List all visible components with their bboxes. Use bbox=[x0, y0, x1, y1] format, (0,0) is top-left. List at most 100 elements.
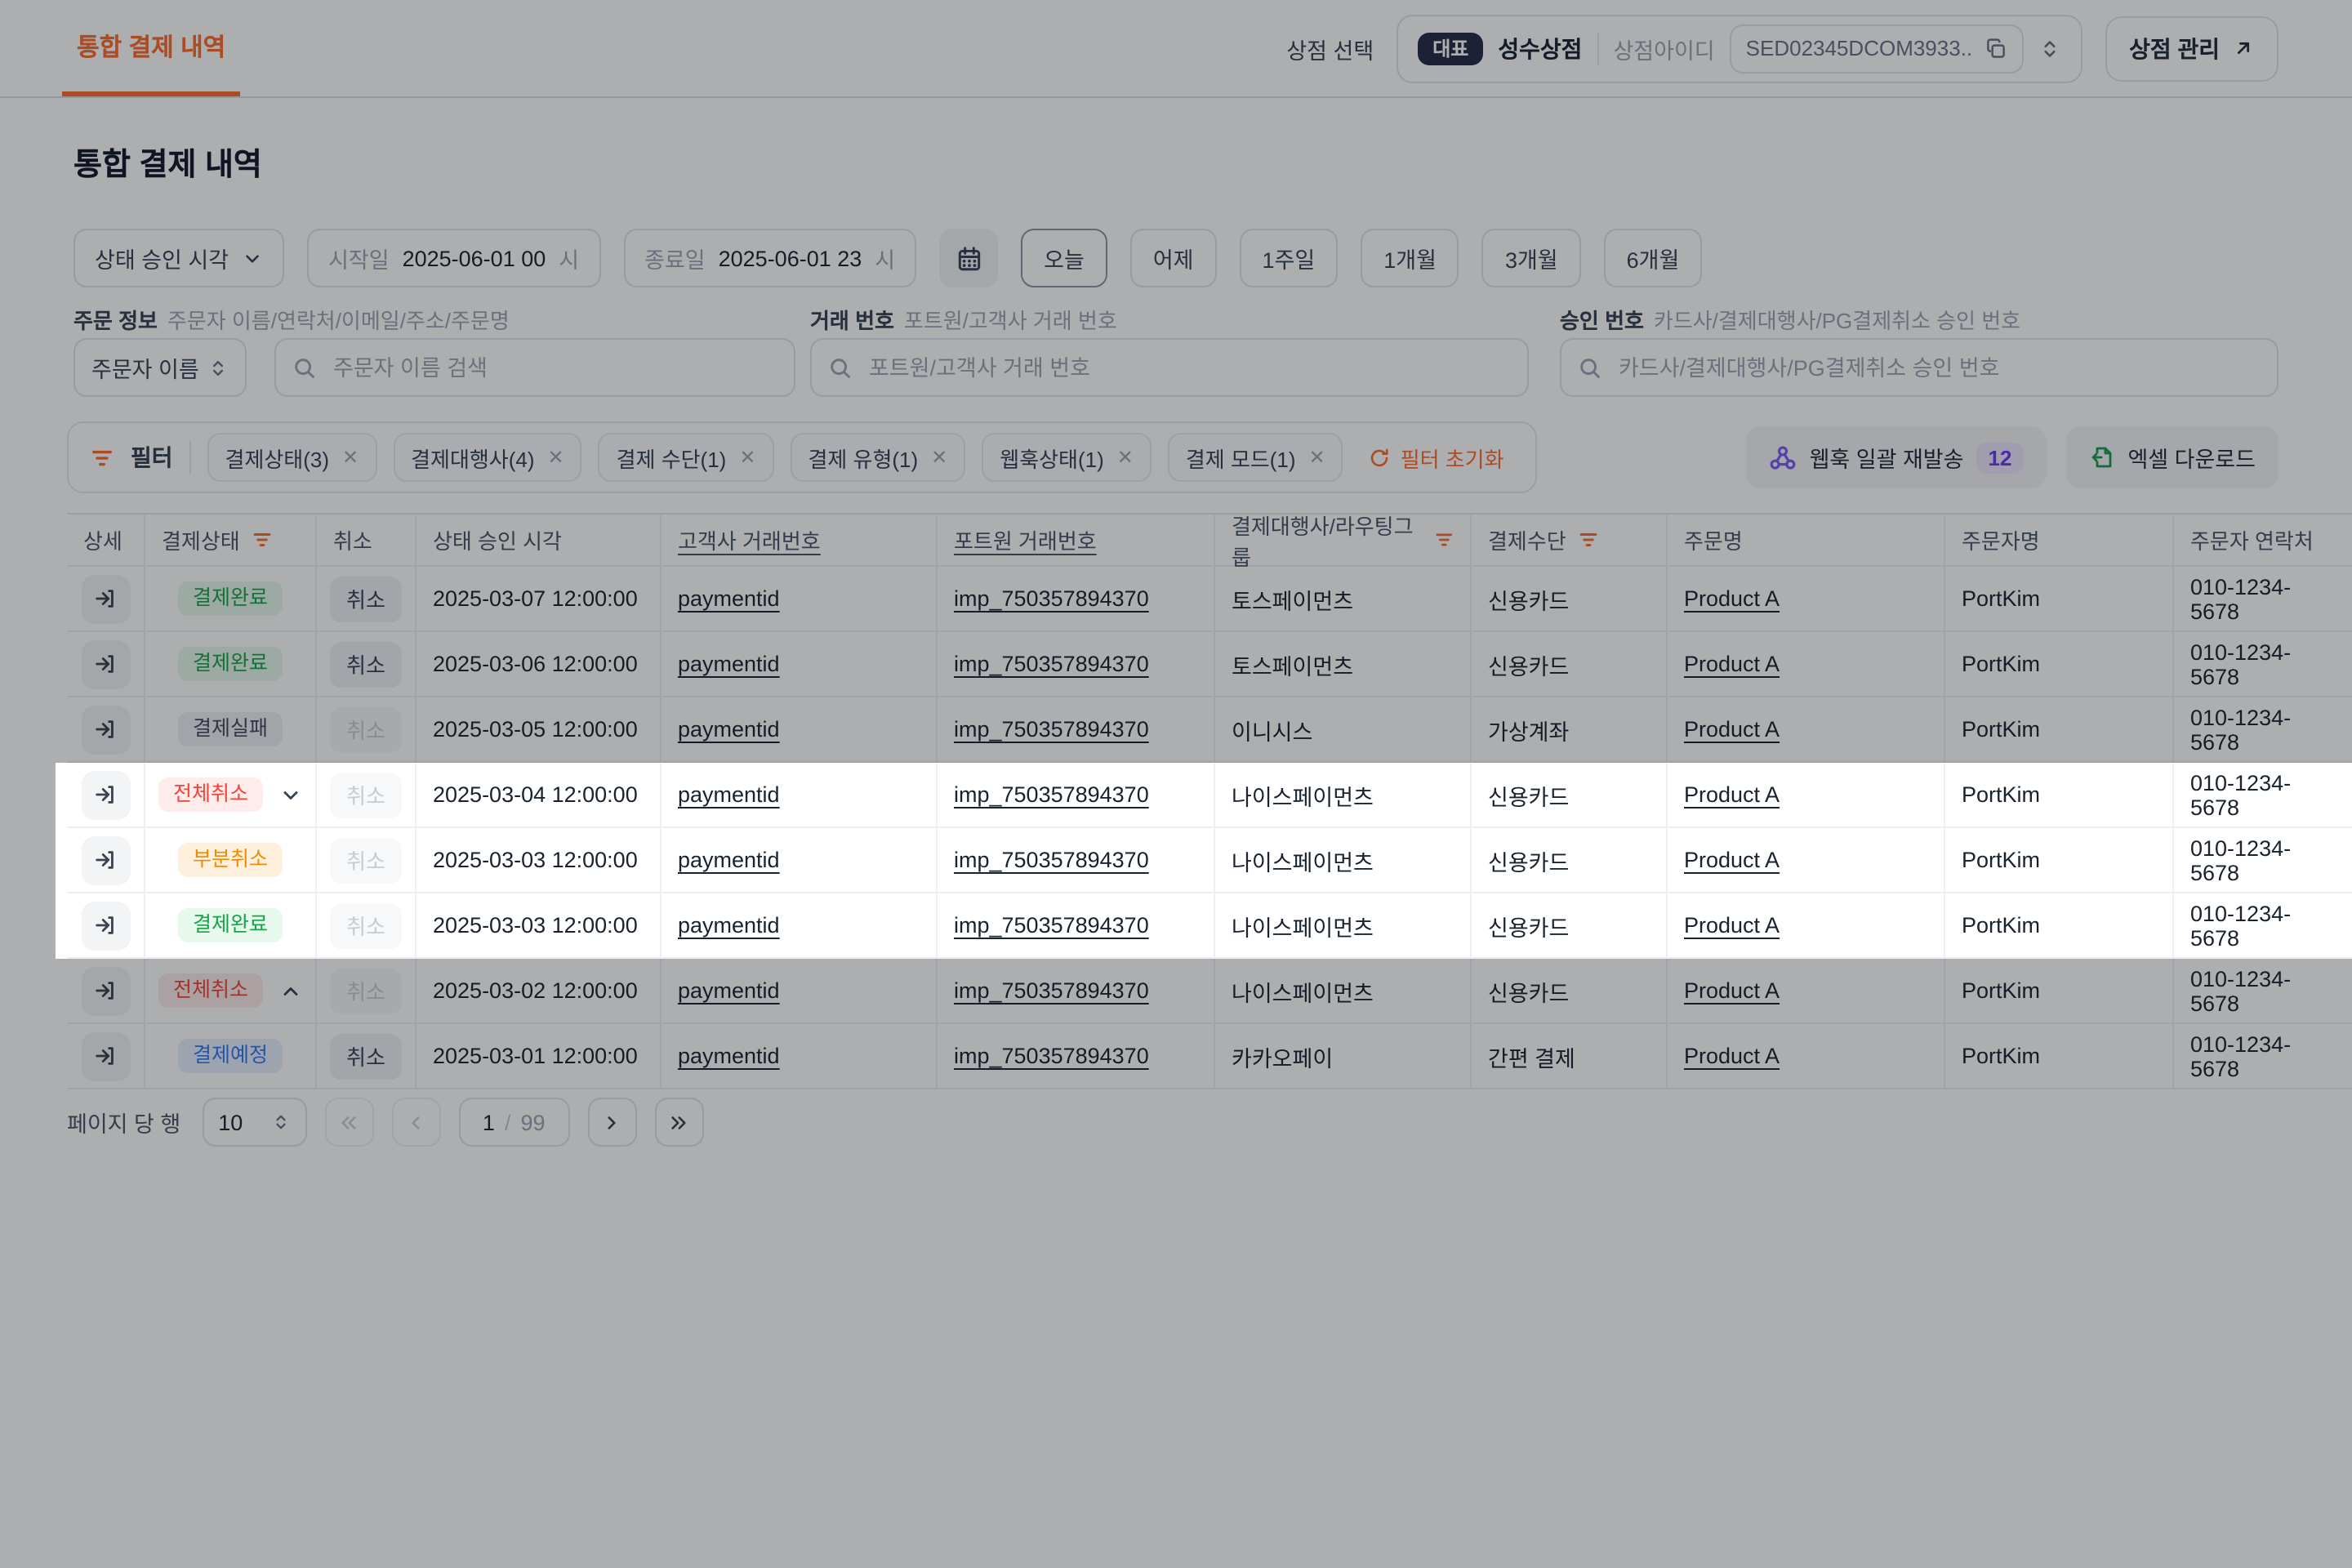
webhook-bulk-resend-button[interactable]: 웹훅 일괄 재발송 12 bbox=[1746, 426, 2047, 488]
order-name-link[interactable]: Product A bbox=[1684, 782, 1780, 807]
approval-search-input[interactable] bbox=[1615, 354, 2261, 381]
chip-webhook-status[interactable]: 웹훅상태(1)✕ bbox=[982, 433, 1152, 482]
chevron-updown-icon bbox=[270, 1112, 290, 1132]
cancel-button[interactable]: 취소 bbox=[330, 1033, 402, 1079]
portone-txn-link[interactable]: imp_750357894370 bbox=[954, 913, 1149, 938]
customer-txn-link[interactable]: paymentid bbox=[678, 978, 780, 1003]
order-search-input[interactable] bbox=[330, 354, 777, 381]
order-name-link[interactable]: Product A bbox=[1684, 652, 1780, 676]
header-method[interactable]: 결제수단 bbox=[1472, 513, 1668, 567]
order-name-link[interactable]: Product A bbox=[1684, 978, 1780, 1003]
orderer-name: PortKim bbox=[1945, 959, 2174, 1024]
chip-payment-mode[interactable]: 결제 모드(1)✕ bbox=[1168, 433, 1343, 482]
store-manage-button[interactable]: 상점 관리 bbox=[2105, 16, 2278, 81]
chip-pg-provider[interactable]: 결제대행사(4)✕ bbox=[393, 433, 582, 482]
order-name-link[interactable]: Product A bbox=[1684, 717, 1780, 742]
tab-integrated-payments[interactable]: 통합 결제 내역 bbox=[62, 0, 240, 96]
search-icon bbox=[828, 355, 853, 380]
cancel-button[interactable]: 취소 bbox=[330, 576, 402, 621]
portone-txn-link[interactable]: imp_750357894370 bbox=[954, 848, 1149, 872]
order-name-link[interactable]: Product A bbox=[1684, 586, 1780, 611]
expand-chevron-up-icon[interactable] bbox=[279, 979, 302, 1002]
close-icon[interactable]: ✕ bbox=[1117, 448, 1134, 467]
next-page-button[interactable] bbox=[587, 1098, 636, 1147]
header-portone-txn[interactable]: 포트원 거래번호 bbox=[938, 513, 1215, 567]
excel-download-label: 엑셀 다운로드 bbox=[2127, 441, 2256, 474]
portone-txn-link[interactable]: imp_750357894370 bbox=[954, 782, 1149, 807]
status-badge: 결제실패 bbox=[178, 713, 283, 746]
chip-payment-status[interactable]: 결제상태(3)✕ bbox=[207, 433, 377, 482]
close-icon[interactable]: ✕ bbox=[548, 448, 564, 467]
orderer-name: PortKim bbox=[1945, 1024, 2174, 1089]
detail-button[interactable] bbox=[81, 770, 130, 819]
detail-button[interactable] bbox=[81, 639, 130, 688]
customer-txn-link[interactable]: paymentid bbox=[678, 913, 780, 938]
payment-method: 신용카드 bbox=[1472, 632, 1668, 697]
txn-title: 거래 번호 bbox=[810, 304, 894, 335]
page-separator: / bbox=[505, 1110, 511, 1134]
quick-range-1month[interactable]: 1개월 bbox=[1361, 229, 1459, 287]
detail-button[interactable] bbox=[81, 966, 130, 1015]
detail-button[interactable] bbox=[81, 901, 130, 950]
detail-button[interactable] bbox=[81, 574, 130, 623]
excel-download-button[interactable]: 엑셀 다운로드 bbox=[2065, 426, 2278, 488]
customer-txn-link[interactable]: paymentid bbox=[678, 586, 780, 611]
store-selector[interactable]: 대표 성수상점 상점아이디 SED02345DCOM3933.. bbox=[1396, 14, 2082, 82]
portone-txn-link[interactable]: imp_750357894370 bbox=[954, 586, 1149, 611]
portone-txn-link[interactable]: imp_750357894370 bbox=[954, 978, 1149, 1003]
filter-reset-button[interactable]: 필터 초기화 bbox=[1360, 440, 1514, 474]
txn-search-input[interactable] bbox=[866, 354, 1511, 381]
chip-payment-method[interactable]: 결제 수단(1)✕ bbox=[599, 433, 774, 482]
header-customer-txn[interactable]: 고객사 거래번호 bbox=[662, 513, 938, 567]
customer-txn-link[interactable]: paymentid bbox=[678, 782, 780, 807]
order-name-link[interactable]: Product A bbox=[1684, 848, 1780, 872]
cancel-button[interactable]: 취소 bbox=[330, 641, 402, 687]
dim-overlay-left bbox=[0, 763, 56, 959]
customer-txn-link[interactable]: paymentid bbox=[678, 652, 780, 676]
last-page-button[interactable] bbox=[654, 1098, 703, 1147]
time-type-dropdown[interactable]: 상태 승인 시각 bbox=[74, 229, 284, 287]
header-pg-provider[interactable]: 결제대행사/라우팅그룹 bbox=[1215, 513, 1472, 567]
customer-txn-link[interactable]: paymentid bbox=[678, 717, 780, 742]
payment-method: 가상계좌 bbox=[1472, 697, 1668, 763]
store-id-field[interactable]: SED02345DCOM3933.. bbox=[1730, 24, 2024, 73]
portone-txn-link[interactable]: imp_750357894370 bbox=[954, 652, 1149, 676]
detail-button[interactable] bbox=[81, 705, 130, 754]
expand-chevron-down-icon[interactable] bbox=[279, 783, 302, 806]
copy-icon[interactable] bbox=[1984, 37, 2007, 60]
table-row: 전체취소 취소 2025-03-02 12:00:00 paymentid im… bbox=[67, 959, 2352, 1024]
customer-txn-link[interactable]: paymentid bbox=[678, 1044, 780, 1068]
close-icon[interactable]: ✕ bbox=[1309, 448, 1325, 467]
quick-range-3month[interactable]: 3개월 bbox=[1482, 229, 1581, 287]
end-date-field[interactable]: 종료일 2025-06-01 23 시 bbox=[623, 229, 916, 287]
quick-range-today[interactable]: 오늘 bbox=[1021, 229, 1107, 287]
search-icon bbox=[292, 355, 317, 380]
order-name-link[interactable]: Product A bbox=[1684, 1044, 1780, 1068]
start-date-field[interactable]: 시작일 2025-06-01 00 시 bbox=[307, 229, 600, 287]
quick-range-1week[interactable]: 1주일 bbox=[1240, 229, 1339, 287]
order-name-link[interactable]: Product A bbox=[1684, 913, 1780, 938]
quick-range-yesterday[interactable]: 어제 bbox=[1130, 229, 1217, 287]
portone-txn-link[interactable]: imp_750357894370 bbox=[954, 717, 1149, 742]
calendar-button[interactable] bbox=[939, 229, 998, 287]
header-contact: 주문자 연락처 bbox=[2174, 513, 2352, 567]
webhook-icon bbox=[1769, 443, 1797, 471]
chevron-updown-icon[interactable] bbox=[2038, 37, 2060, 60]
close-icon[interactable]: ✕ bbox=[739, 448, 755, 467]
order-field-select[interactable]: 주문자 이름 bbox=[74, 338, 247, 397]
chip-payment-type[interactable]: 결제 유형(1)✕ bbox=[790, 433, 965, 482]
payments-table: 상세 결제상태 취소 상태 승인 시각 고객사 거래번호 포트원 거래번호 결제… bbox=[67, 513, 2352, 1089]
pg-provider: 토스페이먼츠 bbox=[1215, 632, 1472, 697]
rows-per-page-select[interactable]: 10 bbox=[202, 1098, 306, 1147]
portone-txn-link[interactable]: imp_750357894370 bbox=[954, 1044, 1149, 1068]
end-date-value: 2025-06-01 23 bbox=[719, 246, 862, 270]
page-indicator[interactable]: 1 / 99 bbox=[458, 1098, 569, 1147]
close-icon[interactable]: ✕ bbox=[931, 448, 947, 467]
header-status[interactable]: 결제상태 bbox=[145, 513, 317, 567]
close-icon[interactable]: ✕ bbox=[342, 448, 359, 467]
detail-button[interactable] bbox=[81, 1031, 130, 1080]
customer-txn-link[interactable]: paymentid bbox=[678, 848, 780, 872]
open-detail-icon bbox=[93, 717, 118, 742]
quick-range-6month[interactable]: 6개월 bbox=[1604, 229, 1703, 287]
detail-button[interactable] bbox=[81, 835, 130, 884]
